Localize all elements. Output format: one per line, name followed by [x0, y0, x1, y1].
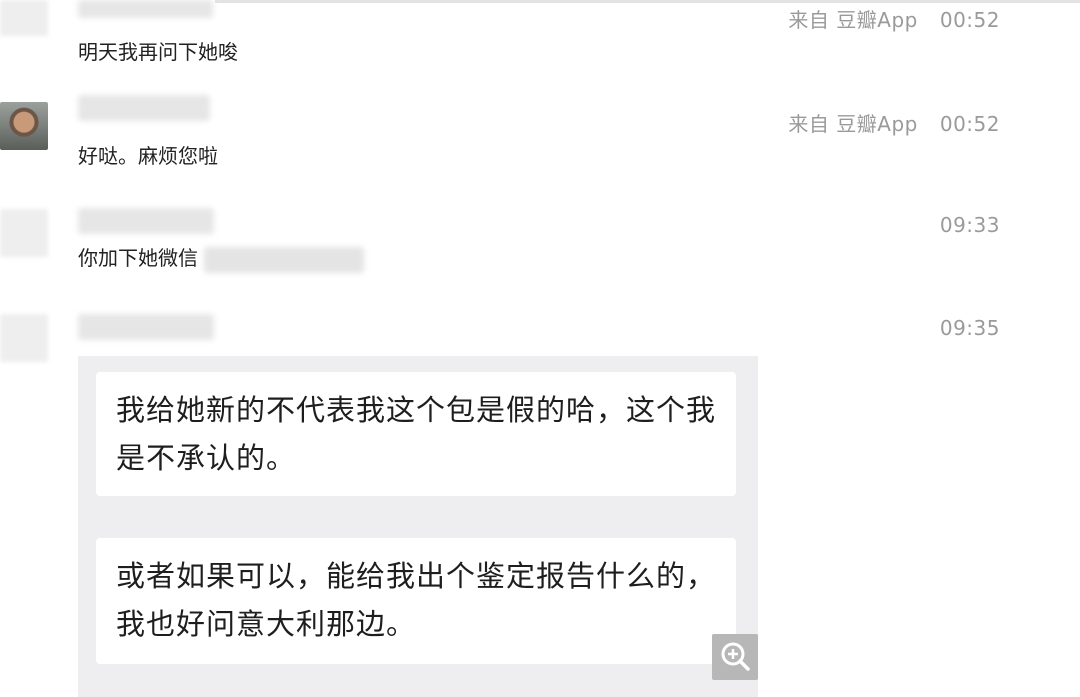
- avatar[interactable]: [0, 0, 48, 36]
- message-source: 来自 豆瓣App: [788, 8, 918, 32]
- quoted-bubble-2: 或者如果可以，能给我出个鉴定报告什么的，我也好问意大利那边。: [96, 538, 736, 664]
- message-source: 来自 豆瓣App: [788, 112, 918, 136]
- message-time: 09:33: [939, 213, 1000, 237]
- nickname-redacted: [78, 314, 214, 340]
- message-text: 明天我再问下她唆: [78, 40, 238, 64]
- message-time: 00:52: [939, 8, 1000, 32]
- message-time: 09:35: [939, 316, 1000, 340]
- avatar[interactable]: [0, 314, 48, 362]
- message-meta: 09:33: [940, 213, 1000, 237]
- message-meta: 来自 豆瓣App 00:52: [788, 4, 1000, 33]
- message-time: 00:52: [939, 112, 1000, 136]
- message-meta: 来自 豆瓣App 00:52: [788, 108, 1000, 137]
- chat-message-2: 来自 豆瓣App 00:52 好哒。麻烦您啦: [0, 95, 1080, 203]
- message-text-content: 你加下她微信: [78, 246, 198, 270]
- chat-message-1: 来自 豆瓣App 00:52 明天我再问下她唆: [0, 0, 1080, 95]
- message-text: 好哒。麻烦您啦: [78, 144, 218, 168]
- chat-message-4: 09:35: [0, 308, 1080, 362]
- zoom-button[interactable]: [712, 634, 758, 680]
- message-meta: 09:35: [940, 316, 1000, 340]
- avatar[interactable]: [0, 102, 48, 150]
- message-text: 你加下她微信: [78, 242, 365, 273]
- zoom-in-icon: [721, 642, 750, 671]
- chat-message-3: 09:33 你加下她微信: [0, 203, 1080, 308]
- avatar[interactable]: [0, 209, 48, 257]
- quoted-bubble-1: 我给她新的不代表我这个包是假的哈，这个我是不承认的。: [96, 372, 736, 496]
- nickname-redacted: [78, 0, 213, 18]
- quoted-image-panel[interactable]: 我给她新的不代表我这个包是假的哈，这个我是不承认的。 或者如果可以，能给我出个鉴…: [78, 356, 758, 697]
- redacted-text: [204, 246, 365, 273]
- nickname-redacted: [78, 95, 210, 121]
- nickname-redacted: [78, 208, 214, 234]
